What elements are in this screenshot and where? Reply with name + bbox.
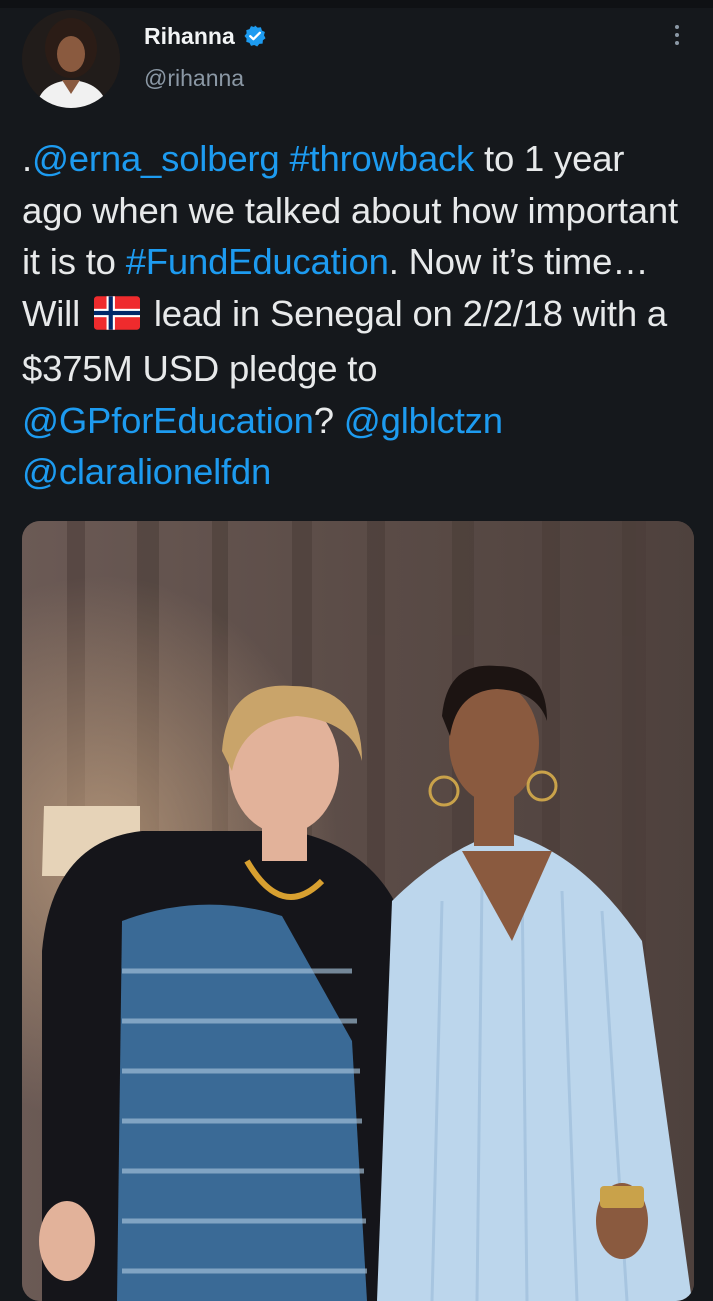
mention-link[interactable]: @GPforEducation (22, 400, 314, 441)
text-segment: ? (313, 399, 344, 441)
norway-flag-icon (93, 292, 140, 344)
more-dot (675, 25, 679, 29)
hashtag-link[interactable]: #throwback (289, 138, 474, 179)
tweet-header: Rihanna @rihanna (22, 10, 692, 108)
mention-link[interactable]: @claralionelfdn (22, 451, 271, 492)
display-name[interactable]: Rihanna (144, 23, 235, 50)
photo-image (22, 521, 694, 1301)
more-dot (675, 41, 679, 45)
tweet-text: .@erna_solberg #throwback to 1 year ago … (22, 133, 692, 498)
name-row: Rihanna (144, 20, 267, 52)
top-divider (0, 0, 713, 8)
mention-link[interactable]: @glblctzn (344, 400, 503, 441)
verified-badge-icon (243, 24, 267, 48)
mention-link[interactable]: @erna_solberg (32, 138, 280, 179)
handle[interactable]: @rihanna (144, 65, 244, 92)
hashtag-link[interactable]: #FundEducation (126, 241, 389, 282)
text-segment: . (22, 138, 32, 179)
more-dot (675, 33, 679, 37)
avatar-image (22, 10, 120, 108)
avatar[interactable] (22, 10, 120, 108)
text-segment (279, 138, 289, 179)
more-options-button[interactable] (662, 20, 692, 50)
tweet-photo[interactable] (22, 521, 694, 1301)
